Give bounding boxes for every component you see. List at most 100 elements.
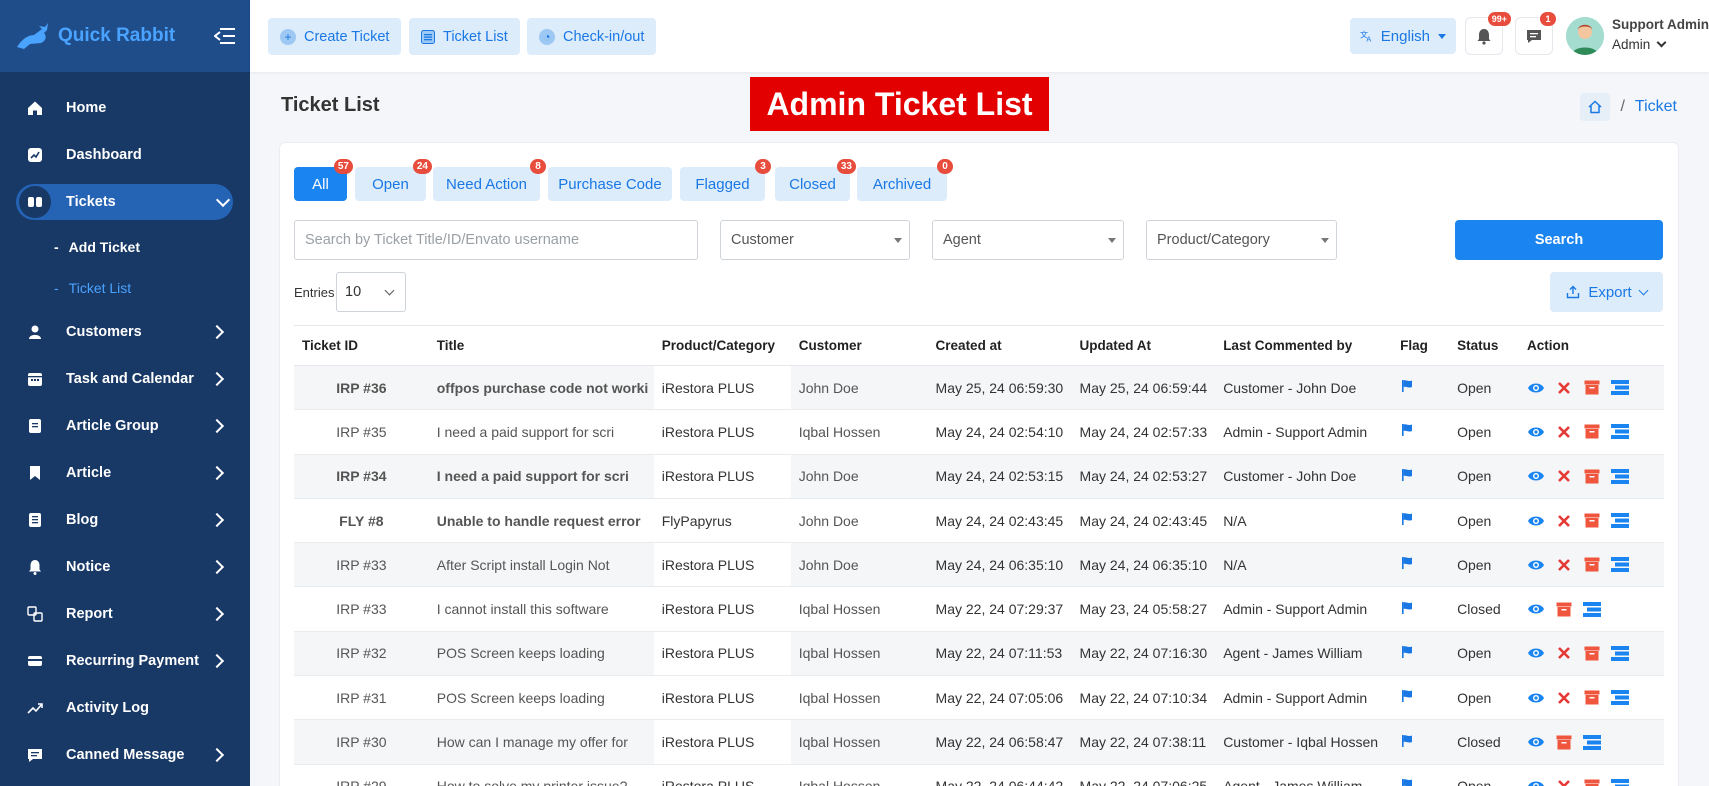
tab-open[interactable]: Open 24 xyxy=(355,159,432,201)
ticket-title[interactable]: POS Screen keeps loading xyxy=(428,675,654,721)
assign-action[interactable] xyxy=(1611,424,1630,440)
archive-action[interactable] xyxy=(1583,424,1601,440)
flag-icon[interactable] xyxy=(1400,734,1414,748)
column-header[interactable]: Status xyxy=(1449,325,1520,366)
ticket-id[interactable]: IRP #33 xyxy=(294,586,429,632)
tab-all[interactable]: All 57 xyxy=(294,159,353,201)
ticket-title[interactable]: Unable to handle request error xyxy=(428,498,654,544)
close-ticket-action[interactable] xyxy=(1555,468,1573,484)
create-ticket-button[interactable]: + Create Ticket xyxy=(268,18,402,55)
view-action[interactable] xyxy=(1527,557,1545,573)
sidebar-item-home[interactable]: Home xyxy=(0,84,250,131)
ticket-id[interactable]: IRP #32 xyxy=(294,631,429,677)
archive-action[interactable] xyxy=(1555,601,1573,617)
column-header[interactable]: Last Commented by xyxy=(1215,325,1393,366)
entries-select[interactable]: 10 xyxy=(336,272,406,312)
ticket-title[interactable]: After Script install Login Not xyxy=(428,542,654,588)
table-row[interactable]: IRP #32 POS Screen keeps loading iRestora … xyxy=(294,631,1664,677)
breadcrumb-current[interactable]: Ticket xyxy=(1635,98,1677,116)
column-header[interactable]: Created at xyxy=(927,325,1072,366)
sidebar-subitem-add-ticket[interactable]: - Add Ticket xyxy=(0,226,250,267)
sidebar-item-blog[interactable]: Blog xyxy=(0,496,250,543)
tab-archived[interactable]: Archived 0 xyxy=(857,159,953,201)
view-action[interactable] xyxy=(1527,778,1545,786)
sidebar-item-tickets[interactable]: Tickets xyxy=(0,182,250,222)
language-select[interactable]: 文A English xyxy=(1350,18,1456,54)
flag-icon[interactable] xyxy=(1400,468,1414,482)
view-action[interactable] xyxy=(1527,468,1545,484)
notifications-button[interactable]: 99+ xyxy=(1465,12,1511,55)
sidebar-item-notice[interactable]: Notice xyxy=(0,543,250,590)
assign-action[interactable] xyxy=(1611,380,1630,396)
sidebar-item-dashboard[interactable]: Dashboard xyxy=(0,131,250,178)
table-row[interactable]: IRP #30 How can I manage my offer for iRes… xyxy=(294,719,1664,765)
ticket-id[interactable]: IRP #36 xyxy=(294,365,429,411)
product-select[interactable]: Product/Category xyxy=(1146,220,1337,260)
column-header[interactable]: Product/Category xyxy=(653,325,791,366)
ticket-title[interactable]: POS Screen keeps loading xyxy=(428,631,654,677)
ticket-id[interactable]: FLY #8 xyxy=(294,498,429,544)
view-action[interactable] xyxy=(1527,513,1545,529)
assign-action[interactable] xyxy=(1611,690,1630,706)
tab-closed[interactable]: Closed 33 xyxy=(775,159,856,201)
view-action[interactable] xyxy=(1527,380,1545,396)
table-row[interactable]: IRP #34 I need a paid support for scri iRe… xyxy=(294,454,1664,499)
search-input[interactable] xyxy=(305,232,687,248)
flag-icon[interactable] xyxy=(1400,379,1414,393)
archive-action[interactable] xyxy=(1583,468,1601,484)
view-action[interactable] xyxy=(1527,645,1545,661)
view-action[interactable] xyxy=(1527,424,1545,440)
close-ticket-action[interactable] xyxy=(1555,380,1573,396)
flag-icon[interactable] xyxy=(1400,778,1414,786)
close-ticket-action[interactable] xyxy=(1555,424,1573,440)
assign-action[interactable] xyxy=(1611,468,1630,484)
close-ticket-action[interactable] xyxy=(1555,645,1573,661)
sidebar-item-recurring-payment[interactable]: Recurring Payment xyxy=(0,637,250,684)
brand-logo[interactable]: Quick Rabbit xyxy=(14,21,175,51)
avatar[interactable] xyxy=(1566,17,1604,55)
column-header[interactable]: Flag xyxy=(1392,325,1450,366)
ticket-id[interactable]: IRP #31 xyxy=(294,675,429,721)
assign-action[interactable] xyxy=(1583,734,1602,750)
tab-flagged[interactable]: Flagged 3 xyxy=(680,159,771,201)
assign-action[interactable] xyxy=(1611,778,1630,786)
table-row[interactable]: IRP #31 POS Screen keeps loading iRestora … xyxy=(294,675,1664,721)
view-action[interactable] xyxy=(1527,690,1545,706)
breadcrumb-home[interactable] xyxy=(1580,93,1611,121)
table-row[interactable]: IRP #33 After Script install Login Not iRe… xyxy=(294,542,1664,588)
ticket-id[interactable]: IRP #35 xyxy=(294,409,429,455)
tab-purchase-code[interactable]: Purchase Code xyxy=(548,167,672,201)
ticket-title[interactable]: How to solve my printer issue? xyxy=(428,764,654,786)
table-row[interactable]: IRP #33 I cannot install this software iRe… xyxy=(294,586,1664,632)
sidebar-subitem-ticket-list[interactable]: - Ticket List xyxy=(0,267,250,308)
ticket-title[interactable]: I need a paid support for scri xyxy=(428,454,654,499)
flag-icon[interactable] xyxy=(1400,689,1414,703)
sidebar-item-report[interactable]: Report xyxy=(0,590,250,637)
assign-action[interactable] xyxy=(1611,557,1630,573)
user-menu[interactable]: Admin xyxy=(1612,37,1667,52)
search-button[interactable]: Search xyxy=(1455,220,1663,260)
ticket-title[interactable]: How can I manage my offer for xyxy=(428,719,654,765)
sidebar-item-article-group[interactable]: Article Group xyxy=(0,402,250,449)
messages-button[interactable]: 1 xyxy=(1515,12,1556,55)
sidebar-item-customers[interactable]: Customers xyxy=(0,308,250,355)
sidebar-item-canned-message[interactable]: Canned Message xyxy=(0,731,250,778)
column-header[interactable]: Action xyxy=(1519,325,1664,366)
close-ticket-action[interactable] xyxy=(1555,513,1573,529)
archive-action[interactable] xyxy=(1583,513,1601,529)
search-field[interactable] xyxy=(294,220,698,260)
close-ticket-action[interactable] xyxy=(1555,778,1573,786)
table-row[interactable]: IRP #29How to solve my printer issue?iRe… xyxy=(294,764,1664,786)
customer-select[interactable]: Customer xyxy=(720,220,910,260)
column-header[interactable]: Title xyxy=(428,325,654,366)
sidebar-collapse-icon[interactable] xyxy=(214,27,236,45)
export-button[interactable]: Export xyxy=(1550,272,1663,312)
check-in-out-button[interactable]: ◔ Check-in/out xyxy=(527,18,657,55)
sidebar-item-article[interactable]: Article xyxy=(0,449,250,496)
ticket-title[interactable]: offpos purchase code not worki xyxy=(428,365,654,411)
archive-action[interactable] xyxy=(1583,690,1601,706)
flag-icon[interactable] xyxy=(1400,556,1414,570)
agent-select[interactable]: Agent xyxy=(932,220,1124,260)
table-row[interactable]: FLY #8 Unable to handle request error FlyP… xyxy=(294,498,1664,544)
assign-action[interactable] xyxy=(1611,513,1630,529)
